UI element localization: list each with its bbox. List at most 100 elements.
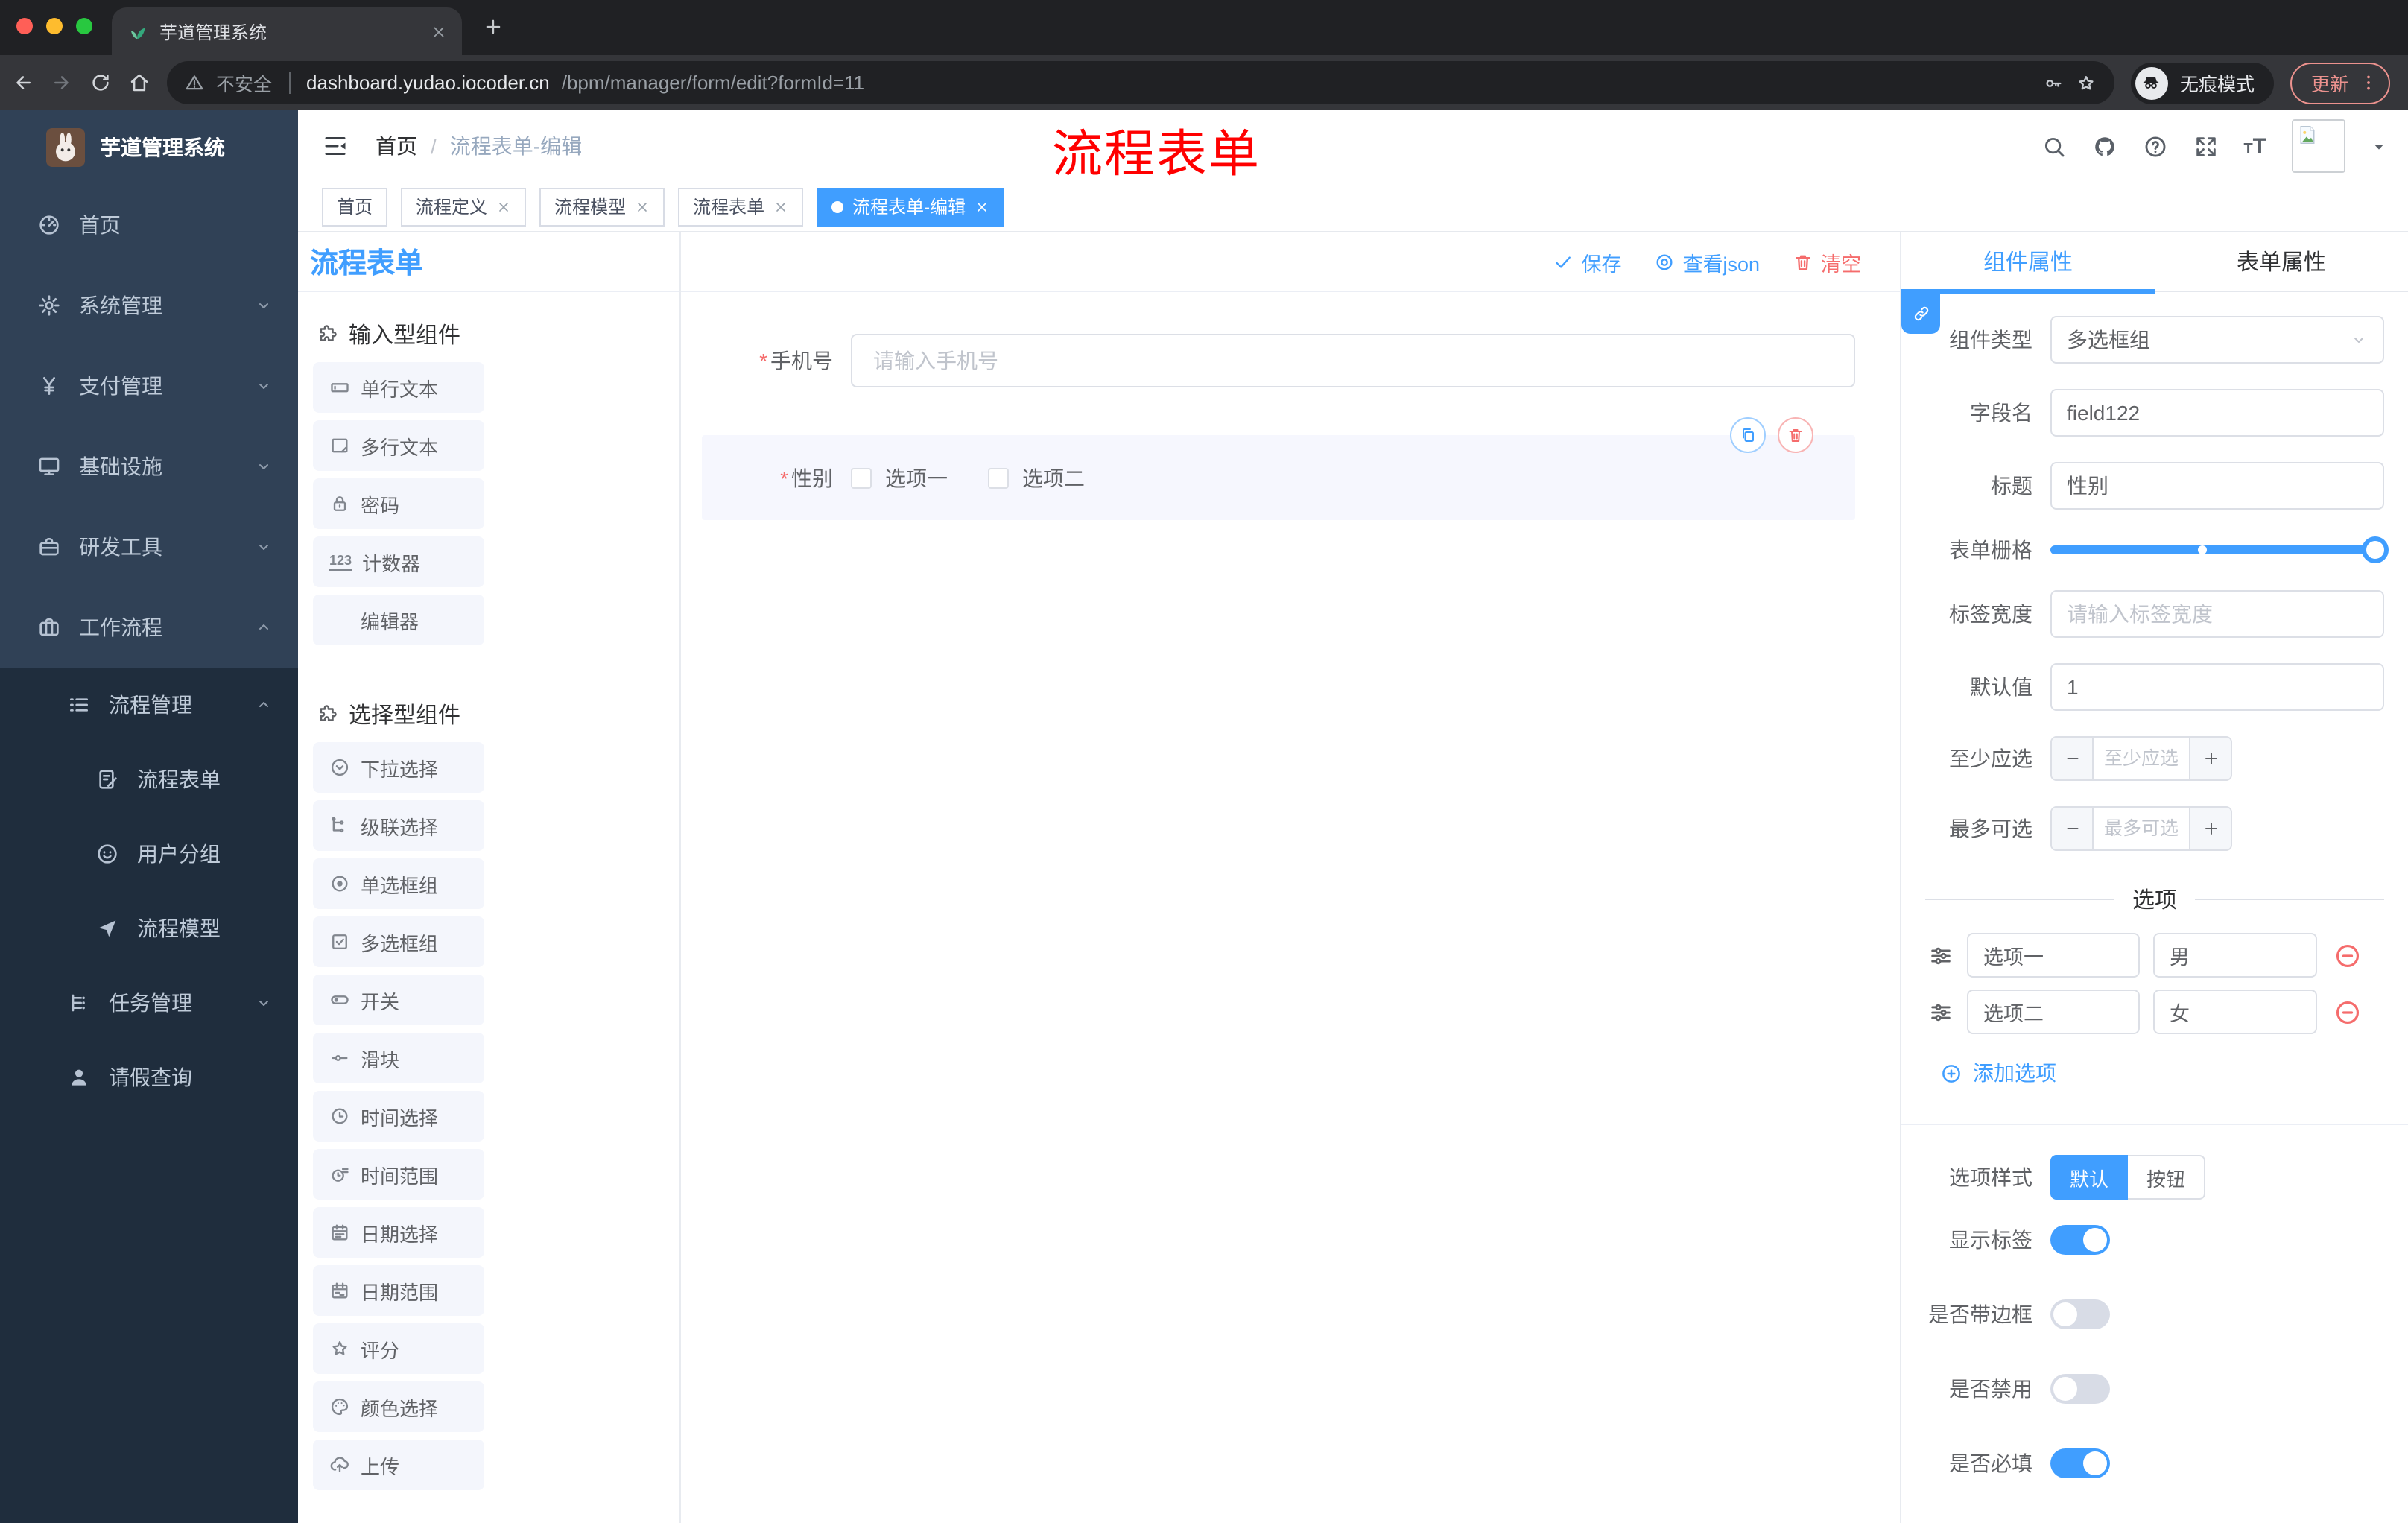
view-json-button[interactable]: 查看json xyxy=(1654,247,1760,276)
tag-item[interactable]: 首页 xyxy=(322,187,388,226)
tag-item[interactable]: 流程模型 xyxy=(539,187,665,226)
sidebar-item[interactable]: 用户分组 xyxy=(0,817,298,891)
circle-minus-icon[interactable] xyxy=(2333,941,2362,969)
sidebar-item[interactable]: 系统管理 xyxy=(0,265,298,346)
sidebar-item[interactable]: 流程模型 xyxy=(0,891,298,966)
browser-menu-icon[interactable] xyxy=(2359,73,2378,92)
toggle-off[interactable] xyxy=(2050,1299,2110,1329)
sidebar-item[interactable]: 首页 xyxy=(0,185,298,265)
sidebar-item[interactable]: 任务管理 xyxy=(0,966,298,1040)
tab-close-icon[interactable] xyxy=(431,23,447,39)
close-window-button[interactable] xyxy=(16,18,33,34)
palette-chip[interactable]: 级联选择 xyxy=(313,800,484,851)
palette-chip[interactable]: 多选框组 xyxy=(313,916,484,967)
copy-component-button[interactable] xyxy=(1730,417,1766,453)
stepper-plus-button[interactable] xyxy=(2189,738,2231,779)
tab-form-props[interactable]: 表单属性 xyxy=(2155,232,2408,291)
max-select-input[interactable] xyxy=(2094,808,2189,849)
palette-chip[interactable]: 滑块 xyxy=(313,1033,484,1083)
close-icon[interactable] xyxy=(975,199,989,214)
breadcrumb-home[interactable]: 首页 xyxy=(376,131,417,161)
palette-chip[interactable]: 123 计数器 xyxy=(313,536,484,587)
style-button-button[interactable]: 按钮 xyxy=(2128,1155,2205,1200)
forward-button[interactable] xyxy=(51,72,73,94)
selected-component-gender[interactable]: * 性别 选项一 选项二 xyxy=(702,417,1855,520)
palette-chip[interactable]: 日期选择 xyxy=(313,1207,484,1258)
option-value-input[interactable] xyxy=(2153,990,2317,1034)
sidebar-item[interactable]: 流程管理 xyxy=(0,668,298,742)
palette-chip[interactable]: 颜色选择 xyxy=(313,1381,484,1432)
grid-slider[interactable] xyxy=(2050,536,2389,563)
font-size-icon[interactable]: TT xyxy=(2243,131,2266,161)
reload-button[interactable] xyxy=(89,72,112,94)
bookmark-icon[interactable] xyxy=(2076,72,2097,93)
option-name-input[interactable] xyxy=(1967,933,2140,978)
gender-option-checkbox[interactable]: 选项二 xyxy=(988,463,1085,493)
user-menu-caret-icon[interactable] xyxy=(2371,138,2387,154)
drag-icon[interactable] xyxy=(1928,943,1954,968)
gender-option-checkbox[interactable]: 选项一 xyxy=(851,463,948,493)
toggle-on[interactable] xyxy=(2050,1225,2110,1255)
circle-minus-icon[interactable] xyxy=(2333,998,2362,1026)
title-input[interactable] xyxy=(2050,462,2384,510)
browser-tab[interactable]: 芋道管理系统 xyxy=(112,7,462,55)
password-manager-icon[interactable] xyxy=(2043,72,2064,93)
close-icon[interactable] xyxy=(773,199,788,214)
checkbox-box[interactable] xyxy=(988,467,1009,488)
stepper-plus-button[interactable] xyxy=(2189,808,2231,849)
phone-input[interactable] xyxy=(851,334,1855,387)
phone-field-row[interactable]: * 手机号 xyxy=(702,334,1855,387)
option-value-input[interactable] xyxy=(2153,933,2317,978)
sidebar-collapse-button[interactable] xyxy=(322,133,349,159)
github-icon[interactable] xyxy=(2091,133,2117,159)
insecure-warning-icon[interactable] xyxy=(185,73,204,92)
sidebar-item[interactable]: 基础设施 xyxy=(0,426,298,507)
palette-chip[interactable]: 日期范围 xyxy=(313,1265,484,1316)
palette-chip[interactable]: 下拉选择 xyxy=(313,742,484,793)
link-tab[interactable] xyxy=(1901,292,1940,334)
palette-chip[interactable]: 时间选择 xyxy=(313,1091,484,1142)
palette-chip[interactable]: 多行文本 xyxy=(313,420,484,471)
label-width-input[interactable] xyxy=(2050,590,2384,638)
sidebar-item[interactable]: 流程表单 xyxy=(0,742,298,817)
toggle-off[interactable] xyxy=(2050,1374,2110,1404)
field-name-input[interactable] xyxy=(2050,389,2384,437)
palette-chip[interactable]: 单选框组 xyxy=(313,858,484,909)
tag-item[interactable]: 流程表单 xyxy=(678,187,804,226)
help-icon[interactable] xyxy=(2142,133,2167,159)
maximize-window-button[interactable] xyxy=(76,18,92,34)
search-icon[interactable] xyxy=(2041,133,2066,159)
fullscreen-icon[interactable] xyxy=(2193,133,2218,159)
sidebar-item[interactable]: 工作流程 xyxy=(0,587,298,668)
tab-component-props[interactable]: 组件属性 xyxy=(1901,232,2155,294)
sidebar-item[interactable]: 请假查询 xyxy=(0,1040,298,1115)
palette-chip[interactable]: 单行文本 xyxy=(313,362,484,413)
palette-chip[interactable]: 开关 xyxy=(313,975,484,1025)
stepper-minus-button[interactable] xyxy=(2052,808,2094,849)
default-value-input[interactable] xyxy=(2050,663,2384,711)
tag-item[interactable]: 流程定义 xyxy=(401,187,527,226)
sidebar-item[interactable]: 支付管理 xyxy=(0,346,298,426)
user-avatar[interactable] xyxy=(2292,119,2345,173)
new-tab-button[interactable] xyxy=(483,16,504,37)
app-logo[interactable]: 芋道管理系统 xyxy=(0,110,298,185)
tag-active[interactable]: 流程表单-编辑 xyxy=(817,187,1005,226)
update-button[interactable]: 更新 xyxy=(2290,62,2390,104)
slider-handle[interactable] xyxy=(2362,536,2389,563)
palette-chip[interactable]: 编辑器 xyxy=(313,595,484,645)
stepper-minus-button[interactable] xyxy=(2052,738,2094,779)
drag-icon[interactable] xyxy=(1928,999,1954,1025)
palette-chip[interactable]: 密码 xyxy=(313,478,484,529)
save-button[interactable]: 保存 xyxy=(1553,247,1621,276)
palette-chip[interactable]: 上传 xyxy=(313,1440,484,1490)
style-default-button[interactable]: 默认 xyxy=(2050,1155,2128,1200)
url-bar[interactable]: 不安全 dashboard.yudao.iocoder.cn/bpm/manag… xyxy=(167,61,2114,104)
sidebar-item[interactable]: 研发工具 xyxy=(0,507,298,587)
checkbox-box[interactable] xyxy=(851,467,872,488)
palette-chip[interactable]: 时间范围 xyxy=(313,1149,484,1200)
delete-component-button[interactable] xyxy=(1778,417,1813,453)
min-select-input[interactable] xyxy=(2094,738,2189,779)
home-button[interactable] xyxy=(128,72,150,94)
palette-chip[interactable]: 评分 xyxy=(313,1323,484,1374)
clear-button[interactable]: 清空 xyxy=(1793,247,1861,276)
